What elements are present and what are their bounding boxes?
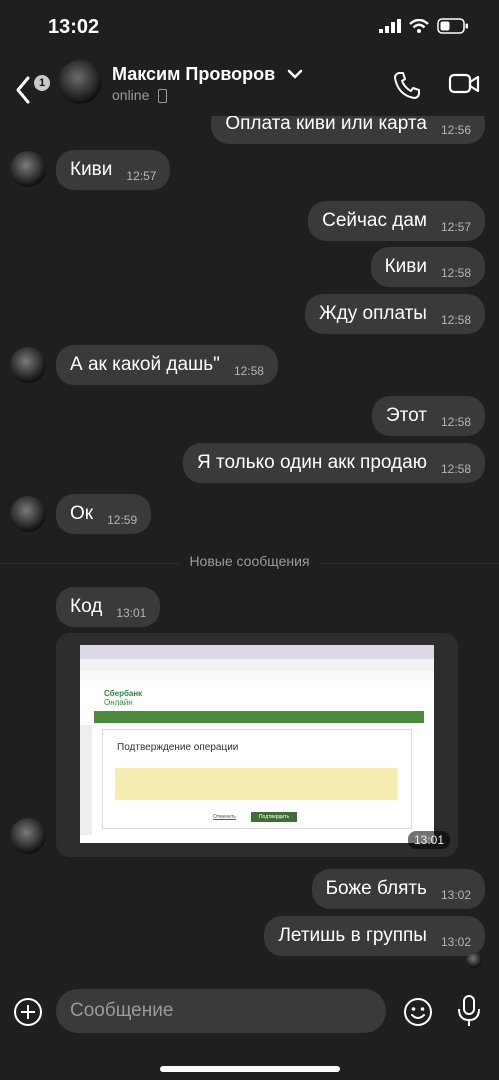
message-text: Код [70, 596, 103, 617]
message-text: Жду оплаты [319, 303, 427, 324]
confirm-button: Подтвердить [251, 812, 297, 822]
contact-name[interactable]: Максим Проворов [112, 64, 275, 85]
signal-icon [379, 19, 401, 33]
read-receipt-avatar [466, 952, 482, 968]
message-text: Сейчас дам [322, 210, 427, 231]
presence-status: online [112, 87, 150, 103]
message-text: Летишь в группы [278, 925, 427, 946]
message-bubble-outgoing[interactable]: Этот 12:58 [371, 396, 485, 436]
message-bubble-outgoing[interactable]: Я только один акк продаю 12:58 [182, 443, 485, 483]
emoji-icon[interactable] [402, 996, 434, 1028]
mobile-device-icon [158, 89, 167, 103]
message-text: Этот [385, 405, 427, 426]
wifi-icon [409, 19, 429, 33]
add-attachment-icon[interactable] [12, 996, 44, 1028]
microphone-icon[interactable] [456, 994, 482, 1028]
message-list[interactable]: Оплата киви или карта 12:56 Киви 12:57 С… [0, 104, 499, 976]
contact-avatar[interactable] [58, 60, 102, 104]
status-bar: 13:02 [0, 0, 499, 56]
message-time: 13:01 [116, 606, 147, 620]
message-text: Боже блять [325, 878, 427, 899]
status-icons [379, 18, 469, 34]
message-time: 13:02 [440, 888, 471, 902]
status-time: 13:02 [48, 16, 100, 38]
message-text: А ак какой дашь" [70, 354, 220, 375]
confirm-dialog: Подтверждение операции Отменить Подтверд… [102, 729, 412, 829]
message-time: 12:58 [440, 313, 471, 327]
message-text: Киви [384, 256, 427, 277]
bank-logo: Сбербанк Онлайн [104, 689, 143, 707]
sender-avatar[interactable] [10, 151, 46, 187]
new-messages-label: Новые сообщения [0, 553, 499, 569]
browser-tab-strip [80, 645, 434, 659]
message-bubble-incoming[interactable]: Киви 12:57 [56, 150, 171, 190]
bank-side-panel [80, 725, 92, 835]
message-bubble-incoming[interactable]: Код 13:01 [56, 587, 161, 627]
message-text: Киви [70, 159, 113, 180]
message-bubble-outgoing[interactable]: Сейчас дам 12:57 [308, 201, 485, 241]
image-message[interactable]: Сбербанк Онлайн Подтверждение операции О… [56, 633, 458, 857]
message-time: 12:58 [440, 462, 471, 476]
message-time: 12:57 [440, 220, 471, 234]
message-text: Я только один акк продаю [196, 452, 427, 473]
battery-icon [437, 18, 468, 34]
composer-bar: Сообщение [0, 976, 499, 1080]
sender-avatar[interactable] [10, 818, 46, 854]
video-call-icon[interactable] [448, 72, 480, 96]
unread-badge: 1 [34, 75, 50, 91]
media-time: 13:01 [407, 831, 450, 849]
chevron-down-icon[interactable] [286, 64, 304, 84]
message-time: 12:58 [233, 364, 264, 378]
message-time: 12:56 [440, 123, 471, 137]
home-indicator [160, 1066, 340, 1072]
chat-header: 1 Максим Проворов online [0, 56, 499, 116]
sms-code-panel [115, 768, 397, 800]
message-bubble-incoming[interactable]: А ак какой дашь" 12:58 [56, 345, 278, 385]
message-text: Оплата киви или карта [225, 113, 427, 134]
message-bubble-outgoing[interactable]: Боже блять 13:02 [311, 869, 485, 909]
message-time: 12:58 [440, 415, 471, 429]
dialog-title: Подтверждение операции [117, 742, 239, 753]
message-bubble-incoming[interactable]: Ок 12:59 [56, 494, 152, 534]
message-time: 12:57 [126, 169, 157, 183]
back-button[interactable]: 1 [10, 66, 50, 106]
message-input[interactable]: Сообщение [56, 989, 386, 1033]
cancel-link: Отменить [213, 814, 236, 820]
phone-icon[interactable] [392, 70, 422, 100]
sender-avatar[interactable] [10, 496, 46, 532]
message-bubble-outgoing[interactable]: Киви 12:58 [370, 247, 485, 287]
attached-screenshot: Сбербанк Онлайн Подтверждение операции О… [80, 645, 434, 843]
message-time: 13:02 [440, 935, 471, 949]
browser-bookmarks-bar [80, 671, 434, 681]
message-text: Ок [70, 503, 94, 524]
message-time: 12:58 [440, 266, 471, 280]
bank-nav-bar [94, 711, 424, 723]
message-bubble-outgoing[interactable]: Жду оплаты 12:58 [305, 294, 485, 334]
message-bubble-outgoing[interactable]: Летишь в группы 13:02 [264, 916, 485, 956]
message-time: 12:59 [107, 513, 138, 527]
sender-avatar[interactable] [10, 347, 46, 383]
